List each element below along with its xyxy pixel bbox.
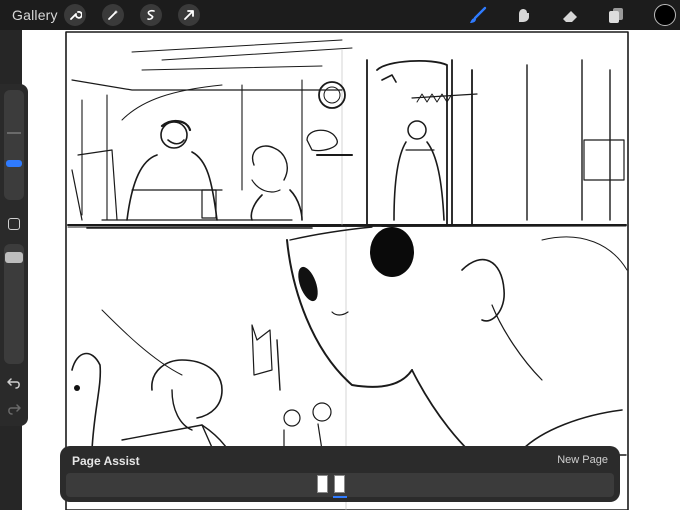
redo-icon[interactable] — [6, 402, 22, 416]
layers-icon[interactable] — [606, 5, 626, 25]
comic-sketch-artwork — [65, 31, 629, 510]
brush-size-slider[interactable] — [4, 90, 24, 200]
smudge-icon[interactable] — [513, 5, 533, 25]
active-page-indicator — [333, 496, 347, 498]
procreate-app: Gallery Page Assist New Page — [0, 0, 680, 510]
opacity-slider[interactable] — [4, 244, 24, 364]
page-assist-panel: Page Assist New Page — [60, 446, 620, 502]
brush-size-thumb[interactable] — [6, 160, 22, 167]
page-assist-title: Page Assist — [72, 454, 140, 468]
undo-icon[interactable] — [6, 376, 22, 390]
page-thumbnail[interactable] — [317, 475, 328, 493]
transform-icon[interactable] — [178, 4, 200, 26]
wrench-icon[interactable] — [64, 4, 86, 26]
page-thumbnail-strip — [66, 473, 614, 498]
modify-button[interactable] — [8, 218, 20, 230]
left-sidebar — [0, 84, 28, 426]
gallery-button[interactable]: Gallery — [12, 7, 58, 23]
new-page-button[interactable]: New Page — [557, 454, 608, 466]
color-picker-button[interactable] — [654, 4, 676, 26]
eraser-icon[interactable] — [560, 5, 580, 25]
slider-tick — [7, 132, 21, 134]
brush-icon[interactable] — [468, 5, 488, 25]
top-toolbar: Gallery — [0, 0, 680, 30]
opacity-thumb[interactable] — [5, 252, 23, 263]
magic-wand-icon[interactable] — [102, 4, 124, 26]
selection-icon[interactable] — [140, 4, 162, 26]
page-thumbnail-active[interactable] — [334, 475, 345, 493]
drawing-canvas[interactable] — [22, 30, 680, 510]
